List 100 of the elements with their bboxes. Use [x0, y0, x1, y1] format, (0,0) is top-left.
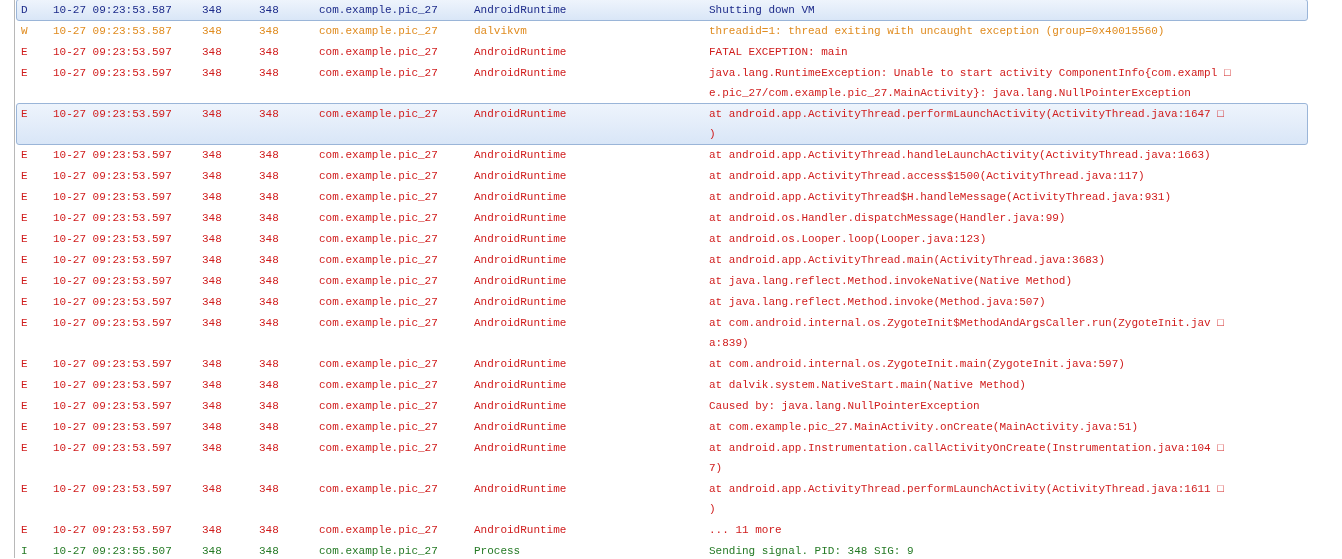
- time-cell-text: 10-27 09:23:53.597: [53, 107, 173, 122]
- tag-cell-text: AndroidRuntime: [474, 316, 568, 331]
- time-cell-text: 10-27 09:23:53.597: [53, 148, 173, 163]
- level-cell-text: E: [20, 441, 29, 456]
- tid-cell-text: 348: [259, 274, 280, 289]
- pid-cell-text: 348: [202, 148, 223, 163]
- message-line: threadid=1: thread exiting with uncaught exception (group=0x40015560): [709, 24, 1166, 39]
- tag-cell-text: AndroidRuntime: [474, 107, 568, 122]
- tid-cell-text: 348: [259, 253, 280, 268]
- message-line: ): [709, 502, 717, 517]
- tid-cell-text: 348: [259, 211, 280, 226]
- message-line: Sending signal. PID: 348 SIG: 9: [709, 544, 915, 558]
- time-cell-text: 10-27 09:23:53.597: [53, 378, 173, 393]
- application-cell-text: com.example.pic_27: [319, 190, 439, 205]
- tid-cell-text: 348: [259, 441, 280, 456]
- pid-cell-text: 348: [202, 253, 223, 268]
- log-row[interactable]: E 10-27 09:23:53.597 348 348 com.example.pic_27 AndroidRuntime at android.app.Instrumentation.callActivityOnCreate(Instrumentation.java:104 □ 7): [16, 437, 1308, 479]
- time-cell-text: 10-27 09:23:53.597: [53, 274, 173, 289]
- tag-cell-text: AndroidRuntime: [474, 45, 568, 60]
- tid-cell-text: 348: [259, 357, 280, 372]
- log-row[interactable]: E 10-27 09:23:53.597 348 348 com.example.pic_27 AndroidRuntime at com.android.internal.os.ZygoteInit.main(ZygoteInit.java:597): [16, 353, 1308, 375]
- log-row[interactable]: E 10-27 09:23:53.597 348 348 com.example.pic_27 AndroidRuntime at android.app.ActivityThread.handleLaunchActivity(ActivityThread.java:1663): [16, 144, 1308, 166]
- message-line: at android.app.ActivityThread.main(ActivityThread.java:3683): [709, 253, 1107, 268]
- message-line: at android.app.ActivityThread.access$1500(ActivityThread.java:117): [709, 169, 1146, 184]
- log-row[interactable]: E 10-27 09:23:53.597 348 348 com.example.pic_27 AndroidRuntime at android.app.ActivityThread.access$1500(ActivityThread.java:117): [16, 165, 1308, 187]
- pid-cell-text: 348: [202, 3, 223, 18]
- level-cell-text: E: [20, 66, 29, 81]
- level-cell-text: E: [20, 357, 29, 372]
- pid-cell-text: 348: [202, 45, 223, 60]
- time-cell-text: 10-27 09:23:53.597: [53, 295, 173, 310]
- pid-cell-text: 348: [202, 441, 223, 456]
- time-cell-text: 10-27 09:23:53.597: [53, 482, 173, 497]
- pid-cell-text: 348: [202, 232, 223, 247]
- log-row[interactable]: E 10-27 09:23:53.597 348 348 com.example.pic_27 AndroidRuntime at com.example.pic_27.MainActivity.onCreate(MainActivity.java:51): [16, 416, 1308, 438]
- pid-cell-text: 348: [202, 274, 223, 289]
- level-cell-text: E: [20, 253, 29, 268]
- level-cell-text: E: [20, 399, 29, 414]
- message-line: ): [709, 127, 717, 142]
- time-cell-text: 10-27 09:23:53.597: [53, 66, 173, 81]
- log-row[interactable]: I 10-27 09:23:55.507 348 348 com.example.pic_27 Process Sending signal. PID: 348 SIG: 9: [16, 540, 1308, 558]
- time-cell-text: 10-27 09:23:53.597: [53, 232, 173, 247]
- level-cell-text: E: [20, 169, 29, 184]
- log-row[interactable]: E 10-27 09:23:53.597 348 348 com.example.pic_27 AndroidRuntime at com.android.internal.os.ZygoteInit$MethodAndArgsCaller.run(ZygoteInit.jav □ a:839): [16, 312, 1308, 354]
- time-cell-text: 10-27 09:23:53.597: [53, 45, 173, 60]
- message-line: at com.android.internal.os.ZygoteInit$MethodAndArgsCaller.run(ZygoteInit.jav □: [709, 316, 1225, 331]
- tid-cell-text: 348: [259, 190, 280, 205]
- log-row[interactable]: E 10-27 09:23:53.597 348 348 com.example.pic_27 AndroidRuntime at dalvik.system.NativeStart.main(Native Method): [16, 374, 1308, 396]
- pid-cell-text: 348: [202, 169, 223, 184]
- time-cell-text: 10-27 09:23:53.597: [53, 420, 173, 435]
- log-row[interactable]: E 10-27 09:23:53.597 348 348 com.example.pic_27 AndroidRuntime Caused by: java.lang.NullPointerException: [16, 395, 1308, 417]
- pid-cell-text: 348: [202, 107, 223, 122]
- message-line: at android.os.Looper.loop(Looper.java:123): [709, 232, 988, 247]
- log-row[interactable]: E 10-27 09:23:53.597 348 348 com.example.pic_27 AndroidRuntime FATAL EXCEPTION: main: [16, 41, 1308, 63]
- tag-cell-text: dalvikvm: [474, 24, 528, 39]
- message-line: at com.android.internal.os.ZygoteInit.main(ZygoteInit.java:597): [709, 357, 1126, 372]
- message-line: java.lang.RuntimeException: Unable to start activity ComponentInfo{com.exampl □: [709, 66, 1232, 81]
- message-line: at android.app.ActivityThread.handleLaunchActivity(ActivityThread.java:1663): [709, 148, 1212, 163]
- tag-cell-text: AndroidRuntime: [474, 66, 568, 81]
- tid-cell-text: 348: [259, 24, 280, 39]
- log-row[interactable]: E 10-27 09:23:53.597 348 348 com.example.pic_27 AndroidRuntime ... 11 more: [16, 519, 1308, 541]
- tid-cell-text: 348: [259, 66, 280, 81]
- time-cell-text: 10-27 09:23:53.597: [53, 211, 173, 226]
- level-cell-text: E: [20, 148, 29, 163]
- application-cell-text: com.example.pic_27: [319, 107, 439, 122]
- log-row[interactable]: E 10-27 09:23:53.597 348 348 com.example.pic_27 AndroidRuntime at android.os.Looper.loop(Looper.java:123): [16, 228, 1308, 250]
- log-row[interactable]: E 10-27 09:23:53.597 348 348 com.example.pic_27 AndroidRuntime at java.lang.reflect.Method.invoke(Method.java:507): [16, 291, 1308, 313]
- log-row[interactable]: E 10-27 09:23:53.597 348 348 com.example.pic_27 AndroidRuntime at android.app.ActivityThread.performLaunchActivity(ActivityThread.java:1647 □ ): [16, 103, 1308, 145]
- log-row[interactable]: E 10-27 09:23:53.597 348 348 com.example.pic_27 AndroidRuntime at java.lang.reflect.Method.invokeNative(Native Method): [16, 270, 1308, 292]
- tag-cell-text: AndroidRuntime: [474, 482, 568, 497]
- message-line: e.pic_27/com.example.pic_27.MainActivity}: java.lang.NullPointerException: [709, 86, 1192, 101]
- tag-cell-text: AndroidRuntime: [474, 420, 568, 435]
- application-cell-text: com.example.pic_27: [319, 523, 439, 538]
- message-line: at android.app.Instrumentation.callActivityOnCreate(Instrumentation.java:104 □: [709, 441, 1225, 456]
- time-cell-text: 10-27 09:23:53.597: [53, 316, 173, 331]
- log-row[interactable]: E 10-27 09:23:53.597 348 348 com.example.pic_27 AndroidRuntime at android.os.Handler.dispatchMessage(Handler.java:99): [16, 207, 1308, 229]
- pid-cell-text: 348: [202, 211, 223, 226]
- application-cell-text: com.example.pic_27: [319, 441, 439, 456]
- tag-cell-text: AndroidRuntime: [474, 3, 568, 18]
- tag-cell-text: AndroidRuntime: [474, 253, 568, 268]
- log-row[interactable]: E 10-27 09:23:53.597 348 348 com.example.pic_27 AndroidRuntime at android.app.ActivityThread.performLaunchActivity(ActivityThread.java:1611 □ ): [16, 478, 1308, 520]
- application-cell-text: com.example.pic_27: [319, 148, 439, 163]
- application-cell-text: com.example.pic_27: [319, 211, 439, 226]
- tid-cell-text: 348: [259, 3, 280, 18]
- pid-cell-text: 348: [202, 482, 223, 497]
- log-row[interactable]: E 10-27 09:23:53.597 348 348 com.example.pic_27 AndroidRuntime at android.app.ActivityThread$H.handleMessage(ActivityThread.java:931): [16, 186, 1308, 208]
- message-line: ... 11 more: [709, 523, 783, 538]
- message-line: at android.app.ActivityThread$H.handleMessage(ActivityThread.java:931): [709, 190, 1173, 205]
- log-row[interactable]: D 10-27 09:23:53.587 348 348 com.example.pic_27 AndroidRuntime Shutting down VM: [16, 0, 1308, 21]
- tid-cell-text: 348: [259, 107, 280, 122]
- tag-cell-text: AndroidRuntime: [474, 357, 568, 372]
- level-cell-text: D: [20, 3, 29, 18]
- time-cell-text: 10-27 09:23:53.587: [53, 24, 173, 39]
- message-line: a:839): [709, 336, 750, 351]
- application-cell-text: com.example.pic_27: [319, 316, 439, 331]
- message-line: at android.os.Handler.dispatchMessage(Handler.java:99): [709, 211, 1067, 226]
- application-cell-text: com.example.pic_27: [319, 169, 439, 184]
- log-row[interactable]: E 10-27 09:23:53.597 348 348 com.example.pic_27 AndroidRuntime at android.app.ActivityThread.main(ActivityThread.java:3683): [16, 249, 1308, 271]
- application-cell-text: com.example.pic_27: [319, 420, 439, 435]
- level-cell-text: E: [20, 232, 29, 247]
- tag-cell-text: AndroidRuntime: [474, 295, 568, 310]
